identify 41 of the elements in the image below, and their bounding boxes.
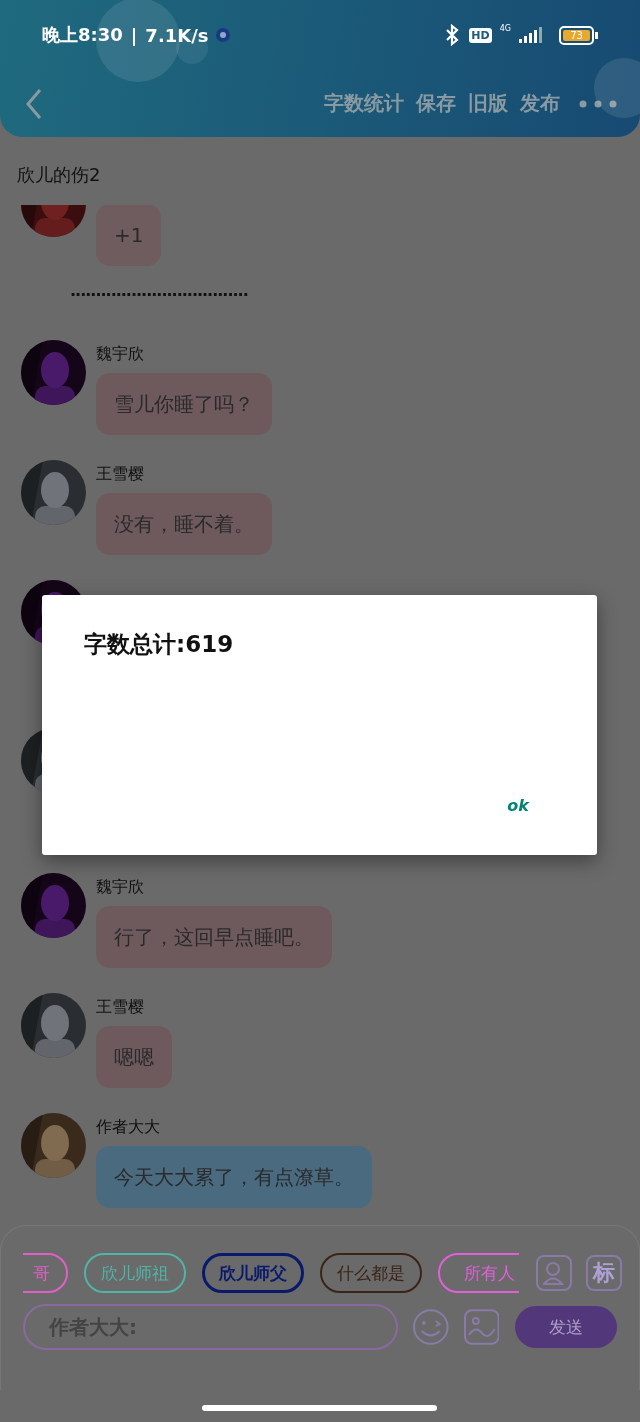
back-icon[interactable] [24,87,44,120]
message-bubble: 雪儿你睡了吗？ [96,373,272,435]
sender-name: 作者大大 [96,1116,161,1138]
signal-icon [519,27,543,43]
contact-button[interactable] [536,1255,572,1291]
message-bubble: 今天大大累了，有点潦草。 [96,1146,372,1208]
network-type: 4G [499,24,511,33]
image-icon[interactable] [463,1309,500,1345]
message-bubble: +1 [96,205,162,266]
sender-name: 王雪樱 [96,463,145,485]
home-indicator[interactable] [202,1405,437,1411]
mention-chip[interactable]: 所有人 [438,1253,519,1293]
dotted-divider: ··································· [70,284,248,306]
sender-name: 魏宇欣 [96,343,145,365]
mention-chip[interactable]: 哥 [23,1253,68,1293]
ok-button[interactable]: ok [499,792,537,819]
sender-name: 王雪樱 [96,996,145,1018]
mention-chip[interactable]: 什么都是 [320,1253,422,1293]
app-icon [216,28,231,42]
mention-chip[interactable]: 欣儿师祖 [84,1253,186,1293]
more-icon[interactable] [578,98,618,109]
sender-name: 魏宇欣 [96,876,145,898]
message-bubble: 嗯嗯 [96,1026,172,1088]
nav-action[interactable]: 保存 [410,90,462,117]
dialog-title: 字数总计:619 [84,630,235,659]
nav-action[interactable]: 字数统计 [318,90,410,117]
send-button[interactable]: 发送 [515,1306,617,1348]
tag-button[interactable]: 标 [586,1255,622,1291]
message-bubble: 行了，这回早点睡吧。 [96,906,332,968]
nav-action[interactable]: 发布 [514,90,566,117]
hd-badge: HD [469,27,492,43]
emoji-icon[interactable] [412,1308,450,1346]
message-bubble: 没有，睡不着。 [96,493,272,555]
nav-action[interactable]: 旧版 [462,90,514,117]
status-divider: | [130,24,138,46]
mention-chip[interactable]: 欣儿师父 [202,1253,304,1293]
status-time: 晚上8:30 [42,23,123,47]
battery-level: 73 [563,29,590,41]
network-speed: 7.1K/s [145,24,209,46]
person-icon [543,1261,565,1285]
chat-title: 欣儿的伤2 [16,163,102,187]
